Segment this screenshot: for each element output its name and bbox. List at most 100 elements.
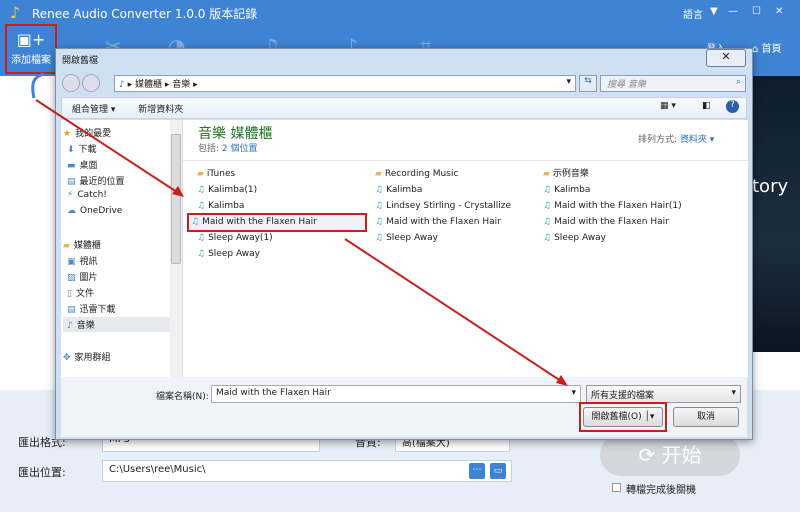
start-button[interactable]: ⟳ 开始 [600,434,740,476]
banner-image: tory [752,76,800,352]
audio-file-icon: ♫ [543,233,552,243]
breadcrumb-libraries[interactable]: 媒體櫃 [135,80,162,90]
file-item[interactable]: ♫ Maid with the Flaxen Hair [541,215,669,230]
file-item[interactable]: ♫ Maid with the Flaxen Hair [187,213,367,232]
more-icon[interactable]: ⋯ [469,463,485,479]
open-button[interactable]: 開啟舊檔(O) │▾ [583,407,663,427]
cloud-icon: ☁ [67,206,76,216]
audio-file-icon: ♫ [191,217,200,227]
file-item[interactable]: ♫ Sleep Away(1) [195,231,273,246]
nav-item-onedrive[interactable]: ☁ OneDrive [67,206,122,216]
refresh-icon: ⟳ [638,443,656,467]
filetype-select[interactable]: 所有支援的檔案 ▾ [586,385,741,403]
cancel-button[interactable]: 取消 [673,407,739,427]
file-item[interactable]: ♫ Lindsey Stirling - Crystallize [373,199,511,214]
folder-icon[interactable]: ▭ [490,463,506,479]
scrollbar-thumb[interactable] [171,134,181,264]
menu-icon[interactable]: ▼ [710,6,718,17]
audio-file-icon: ♫ [197,201,206,211]
file-list: 音樂 媒體櫃 包括: 2 個位置 排列方式: 資料夾 ▾ ▰ iTunes ♫ Kal… [183,120,748,377]
curved-arrow [31,72,45,99]
audio-file-icon: ♫ [375,201,384,211]
chevron-down-icon[interactable]: ▾ [571,388,576,398]
start-label: 开始 [661,443,702,467]
nav-item-recent[interactable]: ▤ 最近的位置 [67,174,125,187]
audio-file-icon: ♫ [543,185,552,195]
address-bar[interactable]: ♪ ▸ 媒體櫃 ▸ 音樂 ▸ ▾ [114,75,576,92]
dialog-toolbar: 組合管理 ▾ 新增資料夾 ▦ ▾ ◧ ? [61,97,747,119]
forward-button[interactable] [82,74,100,92]
view-icon[interactable]: ▦ ▾ [660,101,676,111]
film-add-icon: ▣+ [16,30,46,49]
file-item[interactable]: ♫ Kalimba [195,199,244,214]
help-icon[interactable]: ? [726,100,739,113]
new-folder-button[interactable]: 新增資料夾 [138,105,183,115]
filename-input[interactable]: Maid with the Flaxen Hair ▾ [211,385,581,403]
library-icon: ▰ [63,241,70,251]
nav-item-music[interactable]: ♪ 音樂 [63,317,171,332]
add-file-button[interactable]: ▣+ 添加檔案 [5,24,57,74]
nav-item-thunder[interactable]: ▤ 迅雷下載 [67,302,116,315]
file-item[interactable]: ♫ Maid with the Flaxen Hair [373,215,501,230]
file-item[interactable]: ♫ Maid with the Flaxen Hair(1) [541,199,682,214]
audio-file-icon: ♫ [375,217,384,227]
home-button[interactable]: ⌂ 首頁 [752,40,782,55]
nav-item-catch[interactable]: ⚡ Catch! [67,190,107,200]
file-item[interactable]: ♫ Kalimba(1) [195,183,257,198]
back-button[interactable] [62,74,80,92]
output-label: 匯出位置: [18,466,66,479]
preview-pane-icon[interactable]: ◧ [702,101,711,111]
home-label: 首頁 [761,44,782,55]
folder-item[interactable]: ▰ Recording Music [373,167,458,182]
audio-file-icon: ♫ [197,249,206,259]
audio-file-icon: ♫ [375,233,384,243]
organize-button[interactable]: 組合管理 ▾ [72,105,115,115]
search-placeholder: 搜尋 音樂 [607,80,646,90]
navigation-pane: ★ 我的最愛 ⬇ 下載 ▬ 桌面 ▤ 最近的位置 ⚡ Catch! ☁ OneDrive ▰… [61,120,176,377]
folder-item[interactable]: ▰ iTunes [195,167,235,182]
shutdown-checkbox[interactable] [612,483,621,492]
file-item[interactable]: ♫ Kalimba [541,183,590,198]
chevron-down-icon[interactable]: ▾ [566,77,571,87]
file-item[interactable]: ♫ Sleep Away [373,231,438,246]
minimize-button[interactable]: — [728,6,738,17]
nav-scrollbar[interactable] [170,120,182,377]
locations-link[interactable]: 2 個位置 [222,144,258,154]
nav-libraries[interactable]: ▰ 媒體櫃 [63,238,101,251]
nav-item-downloads[interactable]: ⬇ 下載 [67,142,97,155]
document-icon: ▯ [67,289,72,299]
file-item[interactable]: ♫ Sleep Away [541,231,606,246]
recent-icon: ▤ [67,177,76,187]
nav-item-videos[interactable]: ▣ 視訊 [67,254,98,267]
sort-by: 排列方式: 資料夾 ▾ [638,135,715,145]
add-file-label: 添加檔案 [11,55,51,66]
chevron-down-icon: ▾ [731,388,736,398]
nav-item-desktop[interactable]: ▬ 桌面 [67,158,98,171]
language-button[interactable]: 語言 [683,6,703,21]
file-item[interactable]: ♫ Kalimba [373,183,422,198]
search-input[interactable]: 搜尋 音樂 ⌕ [600,75,746,92]
maximize-button[interactable]: ☐ [752,6,761,17]
dialog-close-button[interactable]: ✕ [706,49,746,67]
library-title: 音樂 媒體櫃 [198,126,273,142]
dialog-footer: 檔案名稱(N): Maid with the Flaxen Hair ▾ 所有支援… [61,377,747,437]
audio-file-icon: ♫ [197,233,206,243]
nav-favorites[interactable]: ★ 我的最愛 [63,126,111,139]
close-button[interactable]: ✕ [775,6,783,17]
output-path-input[interactable]: C:\Users\ree\Music\ [102,460,512,482]
download-icon: ⬇ [67,145,75,155]
file-item[interactable]: ♫ Sleep Away [195,247,260,262]
sort-dropdown[interactable]: 資料夾 ▾ [680,135,714,145]
music-icon: ♪ [67,321,73,331]
nav-item-pictures[interactable]: ▨ 圖片 [67,270,98,283]
catch-icon: ⚡ [67,190,74,200]
nav-item-documents[interactable]: ▯ 文件 [67,286,94,299]
audio-file-icon: ♫ [543,201,552,211]
refresh-button[interactable]: ⇆ [579,75,597,92]
breadcrumb-music[interactable]: 音樂 [172,80,190,90]
folder-item[interactable]: ▰ 示例音樂 [541,167,589,182]
music-icon: ♪ [119,80,125,90]
picture-icon: ▨ [67,273,76,283]
app-title: Renee Audio Converter 1.0.0 版本記錄 [32,7,258,21]
nav-homegroup[interactable]: ✥ 家用群組 [63,350,111,363]
